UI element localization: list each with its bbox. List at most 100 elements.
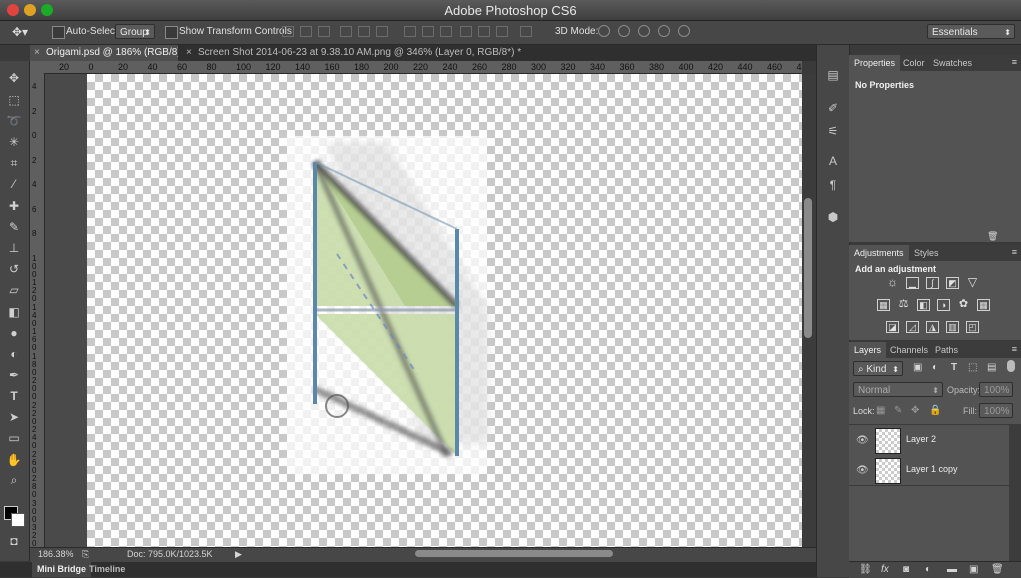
3d-panel-icon[interactable]: ⬢ [825, 209, 841, 225]
auto-align-layers-icon[interactable] [520, 26, 532, 37]
tab-screenshot[interactable]: × Screen Shot 2014-06-23 at 9.38.10 AM.p… [182, 45, 542, 61]
auto-select-dropdown[interactable]: Group ⬍ [115, 24, 155, 39]
distribute-top-icon[interactable] [404, 26, 416, 37]
background-color-swatch[interactable] [11, 513, 25, 527]
show-transform-controls-checkbox[interactable] [165, 26, 178, 39]
align-top-icon[interactable] [282, 26, 294, 37]
delete-layer-icon[interactable]: 🗑 [991, 564, 1004, 575]
vibrance-icon[interactable]: ▽ [966, 276, 979, 289]
align-bottom-icon[interactable] [318, 26, 330, 37]
layer-name[interactable]: Layer 1 copy [906, 464, 958, 474]
brush-presets-icon[interactable]: ✐ [825, 100, 841, 116]
new-group-icon[interactable]: ▬ [947, 564, 957, 575]
filter-smart-object-icon[interactable]: ▤ [987, 362, 996, 373]
channel-mixer-icon[interactable]: ✿ [957, 299, 970, 311]
status-export-icon[interactable]: ⎘ [82, 549, 89, 560]
3d-scale-icon[interactable] [678, 25, 690, 37]
dodge-tool-icon[interactable]: ◐ [6, 346, 22, 362]
visibility-eye-icon[interactable]: 👁 [856, 465, 869, 476]
lock-image-icon[interactable]: ✎ [894, 405, 902, 416]
visibility-eye-icon[interactable]: 👁 [856, 435, 869, 446]
filter-toggle[interactable] [1007, 360, 1015, 372]
curves-icon[interactable]: ∫ [926, 277, 939, 289]
panel-menu-icon[interactable]: ≡ [1012, 57, 1017, 67]
auto-select-checkbox[interactable] [52, 26, 65, 39]
distribute-left-icon[interactable] [460, 26, 472, 37]
rectangle-tool-icon[interactable]: ▭ [6, 430, 22, 446]
crop-tool-icon[interactable]: ⌗ [6, 155, 22, 171]
3d-roll-icon[interactable] [618, 25, 630, 37]
blend-mode-dropdown[interactable]: Normal ⬍ [853, 382, 943, 397]
exposure-icon[interactable]: ◩ [946, 277, 959, 289]
quick-mask-icon[interactable]: ◘ [6, 533, 22, 549]
layers-scrollbar[interactable] [1009, 424, 1021, 569]
eraser-tool-icon[interactable]: ▱ [6, 282, 22, 298]
lock-position-icon[interactable]: ✥ [911, 405, 919, 416]
brush-tool-icon[interactable]: ✎ [6, 219, 22, 235]
paragraph-panel-icon[interactable]: ¶ [825, 177, 841, 193]
close-tab-icon[interactable]: × [186, 45, 192, 61]
filter-pixel-icon[interactable]: ▣ [913, 362, 922, 373]
move-tool-preset-icon[interactable]: ✥▾ [12, 25, 28, 39]
vertical-scroll-thumb[interactable] [804, 198, 812, 338]
tab-adjustments[interactable]: Adjustments [849, 245, 909, 261]
panel-menu-icon[interactable]: ≡ [1012, 247, 1017, 257]
tab-styles[interactable]: Styles [909, 245, 944, 261]
lasso-tool-icon[interactable]: ➰ [6, 113, 22, 129]
history-brush-tool-icon[interactable]: ↺ [6, 261, 22, 277]
history-panel-icon[interactable]: ▤ [825, 67, 841, 83]
fill-field[interactable]: 100% [979, 403, 1013, 418]
invert-icon[interactable]: ◪ [886, 321, 899, 333]
eyedropper-tool-icon[interactable]: ⁄ [6, 176, 22, 192]
layer-name[interactable]: Layer 2 [906, 434, 936, 444]
tool-presets-icon[interactable]: ⚟ [825, 123, 841, 139]
align-hcenter-icon[interactable] [358, 26, 370, 37]
distribute-hcenter-icon[interactable] [478, 26, 490, 37]
distribute-right-icon[interactable] [496, 26, 508, 37]
tab-origami[interactable]: × Origami.psd @ 186% (RGB/8) * [30, 45, 178, 61]
blur-tool-icon[interactable]: ● [6, 325, 22, 341]
tab-swatches[interactable]: Swatches [928, 55, 977, 71]
close-tab-icon[interactable]: × [34, 45, 40, 61]
pen-tool-icon[interactable]: ✒ [6, 367, 22, 383]
add-mask-icon[interactable]: ◙ [903, 564, 909, 575]
healing-brush-tool-icon[interactable]: ✚ [6, 198, 22, 214]
new-layer-icon[interactable]: ▣ [969, 564, 978, 575]
document-canvas[interactable] [87, 74, 802, 547]
hand-tool-icon[interactable]: ✋ [6, 452, 22, 468]
character-panel-icon[interactable]: A [825, 153, 841, 169]
tab-properties[interactable]: Properties [849, 55, 901, 71]
posterize-icon[interactable]: ◿ [906, 321, 919, 333]
hue-saturation-icon[interactable]: ▦ [877, 299, 890, 311]
horizontal-ruler[interactable]: 20 0 20 40 60 80 100 120 140 160 180 200 220 240 260 28… [45, 61, 802, 74]
distribute-vcenter-icon[interactable] [422, 26, 434, 37]
link-layers-icon[interactable]: ⛓ [859, 564, 872, 575]
tab-color[interactable]: Color [898, 55, 930, 71]
color-balance-icon[interactable]: ⚖ [897, 299, 910, 311]
tab-mini-bridge[interactable]: Mini Bridge [32, 562, 91, 577]
brightness-icon[interactable]: ☼ [886, 276, 899, 289]
filter-adjustment-icon[interactable]: ◐ [932, 362, 938, 373]
move-tool-icon[interactable]: ✥ [6, 70, 22, 86]
lock-all-icon[interactable]: 🔒 [929, 405, 941, 416]
gradient-map-icon[interactable]: ▥ [946, 321, 959, 333]
selective-color-icon[interactable]: ◰ [966, 321, 979, 333]
layer-row[interactable]: 👁 Layer 2 [849, 424, 1009, 456]
quick-selection-tool-icon[interactable]: ✳ [6, 134, 22, 150]
path-selection-tool-icon[interactable]: ➤ [6, 409, 22, 425]
tab-channels[interactable]: Channels [885, 342, 933, 358]
type-tool-icon[interactable]: T [6, 388, 22, 404]
filter-shape-icon[interactable]: ⬚ [968, 362, 977, 373]
black-white-icon[interactable]: ◧ [917, 299, 930, 311]
align-left-icon[interactable] [340, 26, 352, 37]
lock-transparent-icon[interactable]: ▦ [876, 405, 885, 416]
tab-paths[interactable]: Paths [930, 342, 963, 358]
clone-stamp-tool-icon[interactable]: ⊥ [6, 240, 22, 256]
vertical-ruler[interactable]: 4 2 0 2 4 6 8 100 120 140 160 180 200 220 240 260 280 300… [30, 73, 45, 547]
align-vcenter-icon[interactable] [300, 26, 312, 37]
align-right-icon[interactable] [376, 26, 388, 37]
color-lookup-icon[interactable]: ▦ [977, 299, 990, 311]
trash-icon[interactable]: 🗑 [987, 231, 998, 242]
zoom-level[interactable]: 186.38% [38, 549, 74, 559]
3d-slide-icon[interactable] [658, 25, 670, 37]
